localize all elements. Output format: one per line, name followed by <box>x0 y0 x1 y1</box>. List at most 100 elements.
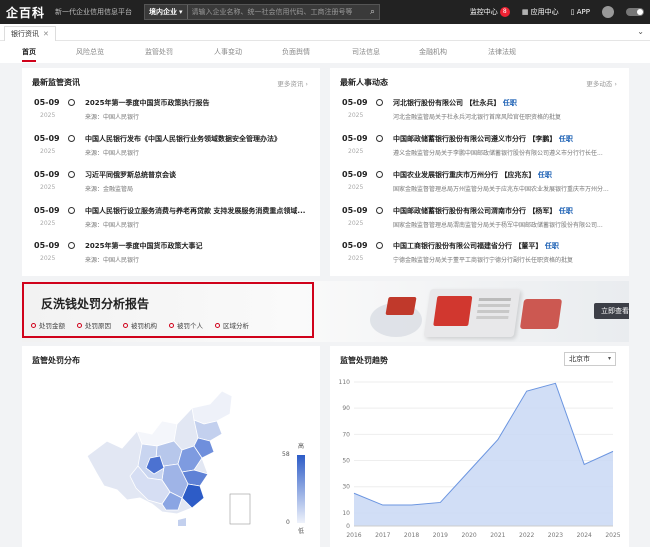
news-item[interactable]: 05-09 2025 2025年第一季度中国货币政策大事记 来源：中国人民银行 <box>34 241 312 275</box>
banner-link-individual[interactable]: 被罚个人 <box>169 320 203 330</box>
view-now-button[interactable]: 立即查看 <box>594 303 629 319</box>
close-icon[interactable]: ✕ <box>43 30 49 38</box>
x-tick-label: 2016 <box>346 532 361 539</box>
nav-penalties[interactable]: 监管处罚 <box>145 47 173 57</box>
nav-risk-overview[interactable]: 风险总览 <box>76 47 104 57</box>
theme-toggle[interactable] <box>626 8 644 16</box>
x-tick-label: 2018 <box>404 532 419 539</box>
chevron-down-icon[interactable]: ⌄ <box>637 27 644 36</box>
timeline-dot <box>376 99 383 106</box>
banner-link-reason[interactable]: 处罚原因 <box>77 320 111 330</box>
x-tick-label: 2020 <box>461 532 476 539</box>
personnel-date: 05-09 <box>342 98 368 107</box>
x-tick-label: 2023 <box>548 532 563 539</box>
app-center-link[interactable]: ▦ 应用中心 <box>522 7 559 17</box>
nav-laws[interactable]: 法律法规 <box>488 47 516 57</box>
south-sea-inset <box>229 493 251 525</box>
timeline-dot <box>68 207 75 214</box>
news-year: 2025 <box>40 255 56 262</box>
nav-negative-news[interactable]: 负面舆情 <box>282 47 310 57</box>
banner-link-label: 处罚原因 <box>85 322 111 330</box>
personnel-year: 2025 <box>348 255 364 262</box>
banner-link-amount[interactable]: 处罚金额 <box>31 320 65 330</box>
aml-report-banner[interactable]: 反洗钱处罚分析报告 处罚金额 处罚原因 被罚机构 被罚个人 区域分析 立即查看 <box>22 281 629 342</box>
personnel-title[interactable]: 中国邮政储蓄银行股份有限公司渭南市分行 【杨军】 任职 <box>393 206 621 216</box>
hainan-region[interactable] <box>178 518 186 526</box>
banner-illustration <box>423 289 521 337</box>
y-tick-label: 90 <box>342 405 350 412</box>
news-panel-title: 最新监管资讯 <box>32 78 80 87</box>
personnel-item[interactable]: 05-09 2025 中国农业发展银行重庆市万州分行 【应兆东】 任职 国家金融… <box>342 170 621 204</box>
personnel-org: 中国农业发展银行重庆市万州分行 <box>393 171 498 179</box>
region-select-value: 北京市 <box>569 355 590 363</box>
news-title[interactable]: 2025年第一季度中国货币政策执行报告 <box>85 98 312 108</box>
trend-panel-title: 监管处罚趋势 <box>340 356 388 365</box>
china-map <box>86 390 251 526</box>
map-panel-title: 监管处罚分布 <box>32 356 80 365</box>
trend-chart: 0 10 30 50 70 90 110 2016 2017 2018 2019 2020 2021 20… <box>339 379 621 539</box>
personnel-year: 2025 <box>348 148 364 155</box>
top-nav: 监控中心 8 ▦ 应用中心 ▯ APP <box>470 0 644 24</box>
search-input[interactable] <box>191 8 352 16</box>
timeline-dot <box>376 171 383 178</box>
news-date: 05-09 <box>34 206 60 215</box>
personnel-title[interactable]: 中国邮政储蓄银行股份有限公司遵义市分行 【李鹏】 任职 <box>393 134 621 144</box>
news-title[interactable]: 习近平同俄罗斯总统普京会谈 <box>85 170 312 180</box>
personnel-tag: 任职 <box>544 242 559 250</box>
news-title[interactable]: 中国人民银行设立服务消费与养老再贷款 支持发展服务消费重点领域... <box>85 206 312 216</box>
logo[interactable]: 企百科 <box>6 4 45 21</box>
news-item[interactable]: 05-09 2025 中国人民银行发布《中国人民银行业务领域数据安全管理办法》 … <box>34 134 312 168</box>
news-title[interactable]: 2025年第一季度中国货币政策大事记 <box>85 241 312 251</box>
personnel-title[interactable]: 中国工商银行股份有限公司福建省分行 【董平】 任职 <box>393 241 621 251</box>
app-link[interactable]: ▯ APP <box>571 8 590 16</box>
banner-title: 反洗钱处罚分析报告 <box>41 297 150 311</box>
news-date: 05-09 <box>34 170 60 179</box>
timeline-dot <box>68 135 75 142</box>
tab-bank-news[interactable]: 银行资讯 ✕ <box>4 26 56 41</box>
personnel-item[interactable]: 05-09 2025 河北银行股份有限公司 【杜永兵】 任职 河北金融监管局关于… <box>342 98 621 132</box>
top-bar: 企百科 新一代企业信用信息平台 境内企业▾ ⌕ 监控中心8 ▦ 应用中心 ▯ A… <box>0 0 650 24</box>
tab-strip: 银行资讯 ✕ ⌄ <box>0 24 650 41</box>
nav-institutions[interactable]: 金融机构 <box>419 47 447 57</box>
personnel-year: 2025 <box>348 184 364 191</box>
news-title[interactable]: 中国人民银行发布《中国人民银行业务领域数据安全管理办法》 <box>85 134 312 144</box>
y-tick-label: 70 <box>342 431 350 438</box>
more-news-link[interactable]: 更多资讯 › <box>277 78 308 88</box>
x-tick-label: 2021 <box>490 532 505 539</box>
personnel-title[interactable]: 河北银行股份有限公司 【杜永兵】 任职 <box>393 98 621 108</box>
avatar[interactable] <box>602 6 614 18</box>
nav-home[interactable]: 首页 <box>22 47 36 62</box>
news-item[interactable]: 05-09 2025 习近平同俄罗斯总统普京会谈 来源：金融监管局 <box>34 170 312 204</box>
region-select[interactable]: 北京市 ▾ <box>564 352 616 366</box>
circle-icon <box>77 322 82 328</box>
timeline-dot <box>376 135 383 142</box>
search-icon[interactable]: ⌕ <box>370 7 375 17</box>
more-personnel-link[interactable]: 更多动态 › <box>586 78 617 88</box>
tab-label: 银行资讯 <box>11 30 39 38</box>
news-item[interactable]: 05-09 2025 2025年第一季度中国货币政策执行报告 来源：中国人民银行 <box>34 98 312 132</box>
personnel-item[interactable]: 05-09 2025 中国工商银行股份有限公司福建省分行 【董平】 任职 宁德金… <box>342 241 621 275</box>
personnel-item[interactable]: 05-09 2025 中国邮政储蓄银行股份有限公司遵义市分行 【李鹏】 任职 遵… <box>342 134 621 168</box>
y-tick-label: 30 <box>342 484 350 491</box>
banner-decoration <box>385 297 417 315</box>
banner-link-label: 被罚机构 <box>131 322 157 330</box>
personnel-year: 2025 <box>348 220 364 227</box>
personnel-desc: 遵义金融监管分局关于李鹏中国邮政储蓄银行股份有限公司遵义市分行行长任... <box>393 150 603 157</box>
app-center-label: 应用中心 <box>530 8 559 16</box>
banner-link-institution[interactable]: 被罚机构 <box>123 320 157 330</box>
news-source: 来源：中国人民银行 <box>85 222 140 229</box>
personnel-title[interactable]: 中国农业发展银行重庆市万州分行 【应兆东】 任职 <box>393 170 621 180</box>
personnel-tag: 任职 <box>558 135 573 143</box>
search-scope-dropdown[interactable]: 境内企业 ▾ <box>145 5 188 19</box>
banner-link-region[interactable]: 区域分析 <box>215 320 249 330</box>
nav-judicial[interactable]: 司法信息 <box>352 47 380 57</box>
y-tick-label: 50 <box>342 458 350 465</box>
monitor-center-link[interactable]: 监控中心 8 <box>470 7 510 17</box>
map-region[interactable] <box>191 390 233 425</box>
personnel-panel: 最新人事动态 更多动态 › 05-09 2025 河北银行股份有限公司 【杜永兵… <box>330 68 629 276</box>
personnel-desc: 国家金融监督管理总局渭南监管分局关于杨军中国邮政储蓄银行股份有限公司... <box>393 222 603 229</box>
personnel-date: 05-09 <box>342 241 368 250</box>
personnel-item[interactable]: 05-09 2025 中国邮政储蓄银行股份有限公司渭南市分行 【杨军】 任职 国… <box>342 206 621 240</box>
nav-personnel[interactable]: 人事变动 <box>214 47 242 57</box>
news-item[interactable]: 05-09 2025 中国人民银行设立服务消费与养老再贷款 支持发展服务消费重点… <box>34 206 312 240</box>
